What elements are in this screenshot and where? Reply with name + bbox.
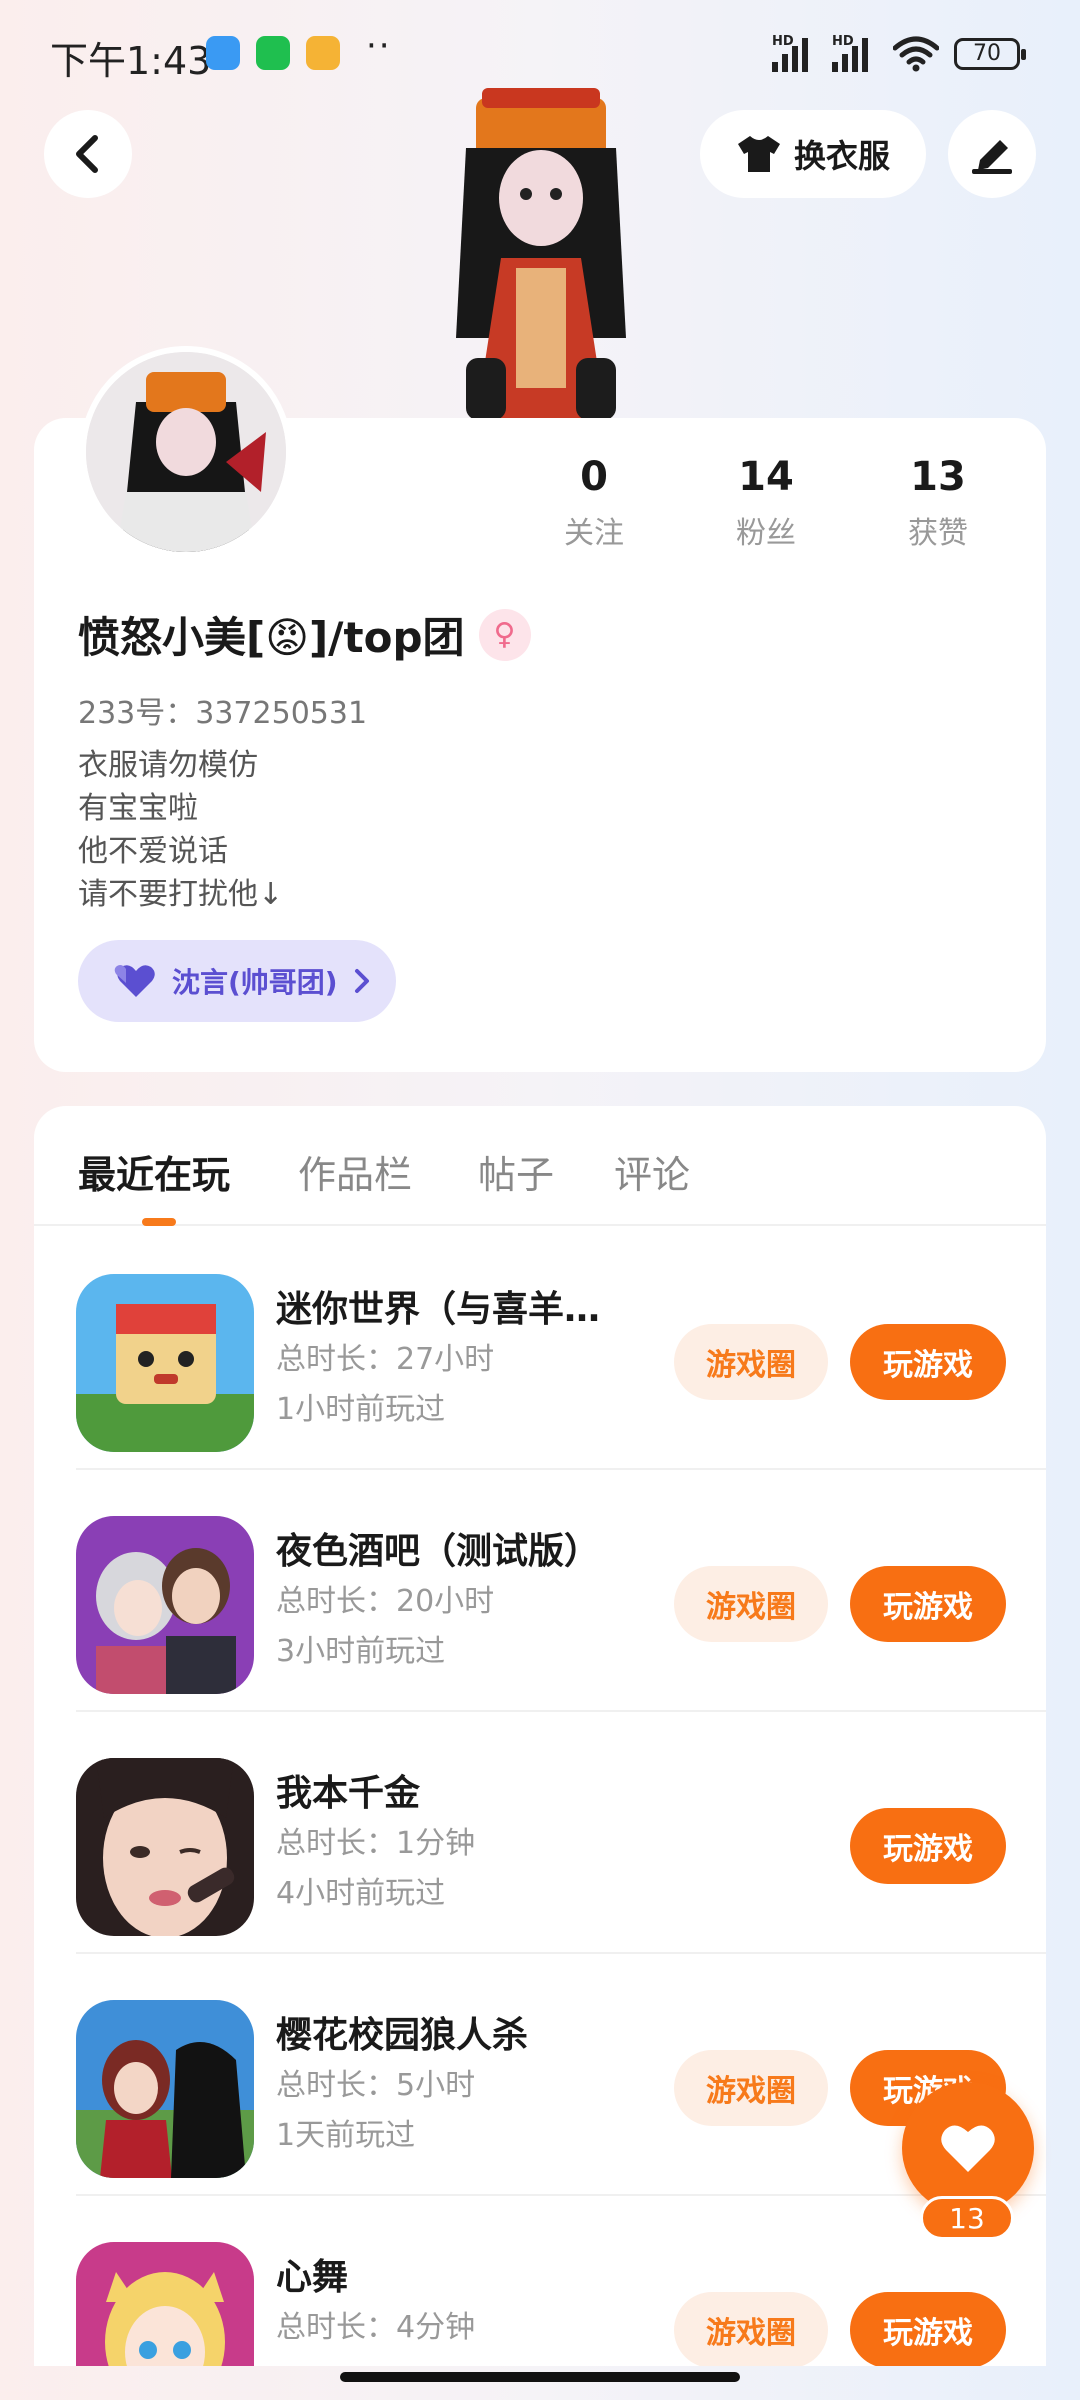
play-game-button[interactable]: 玩游戏 bbox=[850, 1808, 1006, 1884]
change-outfit-label: 换衣服 bbox=[793, 137, 890, 175]
signal-icon-2 bbox=[832, 34, 868, 72]
avatar-character-illustration bbox=[456, 88, 626, 420]
game-last-played: 3小时前玩过 bbox=[276, 1634, 446, 1669]
edit-pencil-icon bbox=[972, 140, 1012, 174]
game-icon-sakura-werewolf[interactable] bbox=[76, 2000, 254, 2178]
tab-recently-played[interactable]: 最近在玩 bbox=[78, 1144, 230, 1199]
game-row[interactable]: 心舞 总时长：4分钟 游戏圈 玩游戏 bbox=[76, 2196, 1046, 2366]
play-game-button[interactable]: 玩游戏 bbox=[850, 2292, 1006, 2366]
back-button[interactable] bbox=[44, 110, 132, 198]
username: 愤怒小美[😡]/top团 bbox=[78, 613, 465, 662]
avatar-image bbox=[86, 352, 286, 552]
like-button[interactable] bbox=[902, 2082, 1034, 2214]
game-last-played: 4小时前玩过 bbox=[276, 1876, 446, 1911]
game-circle-button[interactable]: 游戏圈 bbox=[674, 2292, 828, 2366]
game-icon-image bbox=[76, 1758, 254, 1936]
game-duration: 总时长：4分钟 bbox=[276, 2310, 476, 2345]
stat-followers[interactable]: 14 粉丝 bbox=[680, 454, 852, 552]
profile-card: 0 关注 14 粉丝 13 获赞 愤怒小美[😡]/top团 ♀ 233号：337… bbox=[34, 346, 1046, 1072]
stat-value: 14 bbox=[738, 454, 794, 500]
battery-icon: 70 bbox=[954, 38, 1026, 70]
bio-line: 请不要打扰他↓ bbox=[78, 877, 284, 912]
game-icon-mini-world[interactable] bbox=[76, 1274, 254, 1452]
relation-label: 沈言(帅哥团) bbox=[172, 966, 338, 999]
bio-line: 衣服请勿模仿 bbox=[78, 748, 258, 783]
stat-following[interactable]: 0 关注 bbox=[508, 454, 680, 552]
wechat-icon bbox=[256, 36, 290, 70]
chevron-left-icon bbox=[76, 135, 98, 173]
chevron-right-icon bbox=[354, 969, 369, 993]
tab-works[interactable]: 作品栏 bbox=[298, 1144, 412, 1199]
game-icon-image bbox=[76, 1274, 254, 1452]
more-notifications-icon: ·· bbox=[366, 26, 392, 66]
game-duration: 总时长：27小时 bbox=[276, 1342, 495, 1377]
play-game-button[interactable]: 玩游戏 bbox=[850, 1566, 1006, 1642]
game-icon-xin-wu[interactable] bbox=[76, 2242, 254, 2366]
tab-posts[interactable]: 帖子 bbox=[478, 1144, 554, 1199]
content-card: 最近在玩 作品栏 帖子 评论 迷你世界（与喜羊… 总时长：27小时 1小时前玩过… bbox=[34, 1106, 1046, 2366]
game-title: 我本千金 bbox=[276, 1773, 421, 1814]
double-heart-icon bbox=[114, 965, 155, 997]
game-last-played: 1天前玩过 bbox=[276, 2118, 416, 2153]
home-indicator[interactable] bbox=[340, 2372, 740, 2382]
wifi-icon bbox=[893, 36, 939, 72]
game-title: 夜色酒吧（测试版） bbox=[276, 1531, 601, 1572]
game-icon-image bbox=[76, 2000, 254, 2178]
avatar[interactable] bbox=[80, 346, 292, 558]
game-last-played: 1小时前玩过 bbox=[276, 1392, 446, 1427]
tab-comments[interactable]: 评论 bbox=[614, 1144, 690, 1199]
notification-app-icon bbox=[206, 36, 240, 70]
bio: 衣服请勿模仿 有宝宝啦 他不爱说话 请不要打扰他↓ bbox=[78, 744, 283, 916]
game-icon-wo-ben-qian-jin[interactable] bbox=[76, 1758, 254, 1936]
female-gender-icon: ♀ bbox=[478, 608, 531, 661]
game-title: 心舞 bbox=[276, 2257, 349, 2298]
username-row: 愤怒小美[😡]/top团 ♀ bbox=[78, 604, 531, 665]
status-time: 下午1:43 bbox=[50, 39, 212, 83]
game-icon-image bbox=[76, 1516, 254, 1694]
game-duration: 总时长：20小时 bbox=[276, 1584, 495, 1619]
game-row[interactable]: 迷你世界（与喜羊… 总时长：27小时 1小时前玩过 游戏圈 玩游戏 bbox=[76, 1228, 1046, 1470]
game-icon-image bbox=[76, 2242, 254, 2366]
tshirt-icon bbox=[737, 136, 780, 172]
stat-label: 获赞 bbox=[908, 516, 968, 551]
bio-line: 他不爱说话 bbox=[78, 834, 228, 869]
game-icon-night-bar[interactable] bbox=[76, 1516, 254, 1694]
stat-label: 关注 bbox=[564, 516, 624, 551]
edit-profile-button[interactable] bbox=[948, 110, 1036, 198]
stat-value: 13 bbox=[910, 454, 966, 500]
profile-stats: 0 关注 14 粉丝 13 获赞 bbox=[508, 454, 1024, 552]
like-count: 13 bbox=[920, 2196, 1014, 2240]
game-circle-button[interactable]: 游戏圈 bbox=[674, 1566, 828, 1642]
heart-icon bbox=[941, 2125, 995, 2172]
game-title: 迷你世界（与喜羊… bbox=[276, 1289, 601, 1330]
user-id: 233号：337250531 bbox=[78, 696, 368, 731]
game-circle-button[interactable]: 游戏圈 bbox=[674, 2050, 828, 2126]
stat-value: 0 bbox=[580, 454, 608, 500]
game-row[interactable]: 夜色酒吧（测试版） 总时长：20小时 3小时前玩过 游戏圈 玩游戏 bbox=[76, 1470, 1046, 1712]
bio-line: 有宝宝啦 bbox=[78, 791, 198, 826]
change-outfit-button[interactable]: 换衣服 bbox=[700, 110, 926, 198]
game-title: 樱花校园狼人杀 bbox=[276, 2015, 529, 2056]
game-row[interactable]: 樱花校园狼人杀 总时长：5小时 1天前玩过 游戏圈 玩游戏 bbox=[76, 1954, 1046, 2196]
stat-label: 粉丝 bbox=[736, 516, 796, 551]
stat-likes[interactable]: 13 获赞 bbox=[852, 454, 1024, 552]
signal-icon bbox=[772, 34, 808, 72]
game-duration: 总时长：1分钟 bbox=[276, 1826, 476, 1861]
game-row[interactable]: 我本千金 总时长：1分钟 4小时前玩过 玩游戏 bbox=[76, 1712, 1046, 1954]
profile-tabs: 最近在玩 作品栏 帖子 评论 bbox=[34, 1106, 1046, 1226]
relation-chip[interactable]: 沈言(帅哥团) bbox=[78, 940, 396, 1022]
notes-app-icon bbox=[306, 36, 340, 70]
game-duration: 总时长：5小时 bbox=[276, 2068, 476, 2103]
play-game-button[interactable]: 玩游戏 bbox=[850, 1324, 1006, 1400]
game-circle-button[interactable]: 游戏圈 bbox=[674, 1324, 828, 1400]
tab-active-indicator bbox=[142, 1218, 176, 1226]
